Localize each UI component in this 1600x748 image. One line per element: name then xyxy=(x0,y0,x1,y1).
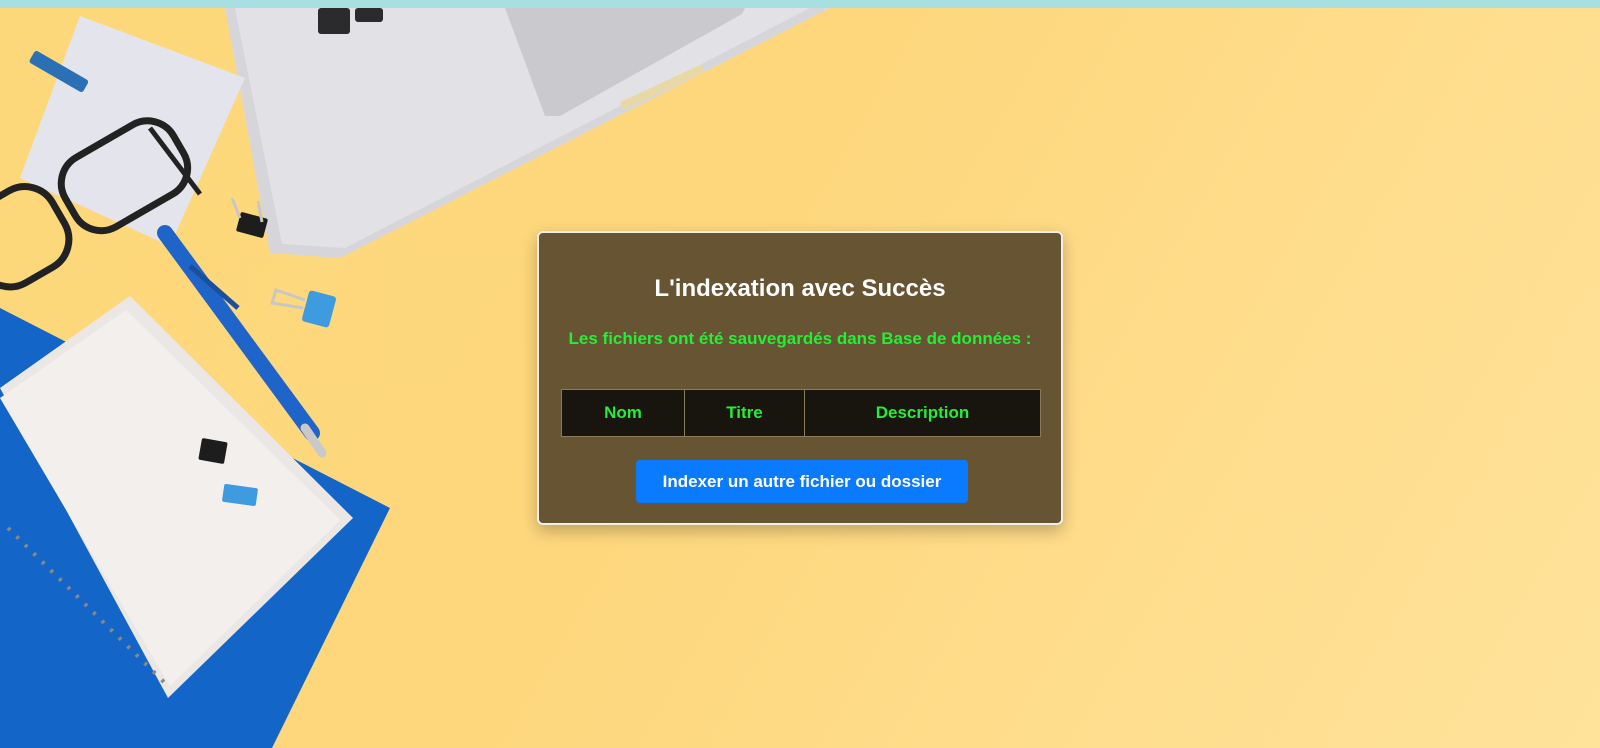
page-title: L'indexation avec Succès xyxy=(654,275,946,302)
success-card: L'indexation avec Succès Les fichiers on… xyxy=(537,231,1063,525)
column-header-nom: Nom xyxy=(561,389,685,437)
table-header-row: Nom Titre Description xyxy=(561,389,1041,437)
black-clip-image xyxy=(198,438,228,464)
index-another-button[interactable]: Indexer un autre fichier ou dossier xyxy=(636,460,968,503)
browser-top-strip xyxy=(0,0,1600,8)
column-header-titre: Titre xyxy=(684,389,805,437)
saved-message: Les fichiers ont été sauvegardés dans Ba… xyxy=(568,329,1032,348)
column-header-description: Description xyxy=(804,389,1041,437)
laptop-image xyxy=(225,8,830,258)
indexed-files-table: Nom Titre Description xyxy=(561,389,1041,437)
blue-binder-clip-image xyxy=(270,288,336,328)
